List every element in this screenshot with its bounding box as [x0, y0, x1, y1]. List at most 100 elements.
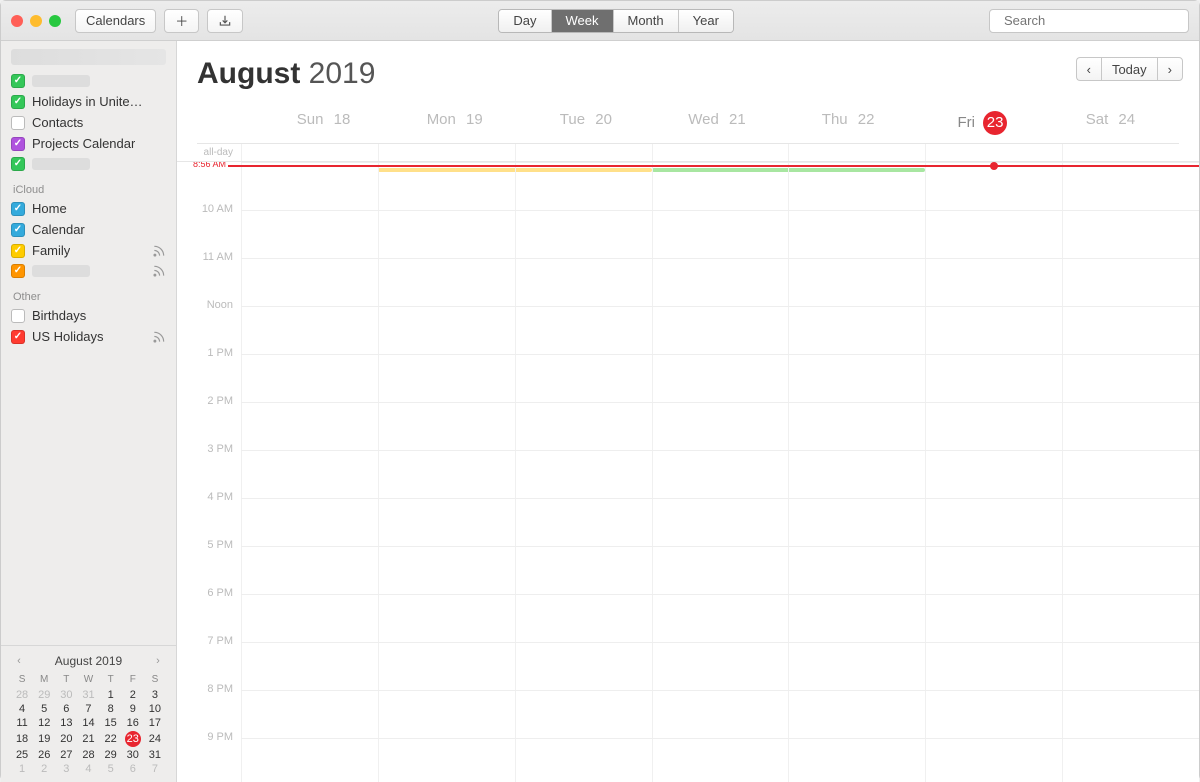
hour-cell[interactable]	[788, 211, 925, 258]
hour-cell[interactable]	[925, 307, 1062, 354]
mini-day[interactable]: 3	[144, 688, 166, 702]
mini-day[interactable]: 17	[144, 716, 166, 730]
calendar-item[interactable]: Holidays in Unite…	[1, 91, 176, 112]
view-year[interactable]: Year	[679, 10, 733, 32]
mini-day[interactable]: 28	[77, 748, 99, 762]
mini-day[interactable]: 13	[55, 716, 77, 730]
hour-cell[interactable]	[652, 547, 789, 594]
hour-cell[interactable]	[1062, 643, 1199, 690]
mini-day[interactable]: 10	[144, 702, 166, 716]
hour-cell[interactable]	[515, 307, 652, 354]
hour-cell[interactable]	[925, 739, 1062, 782]
mini-day[interactable]: 12	[33, 716, 55, 730]
hour-cell[interactable]	[241, 307, 378, 354]
hour-cell[interactable]	[925, 451, 1062, 498]
mini-day[interactable]: 21	[77, 730, 99, 748]
hour-cell[interactable]	[925, 211, 1062, 258]
hour-cell[interactable]	[1062, 163, 1199, 210]
hour-cell[interactable]	[378, 739, 515, 782]
next-week-button[interactable]: ›	[1157, 57, 1183, 81]
mini-day[interactable]: 15	[100, 716, 122, 730]
hour-cell[interactable]	[515, 691, 652, 738]
hour-cell[interactable]	[788, 499, 925, 546]
hour-cell[interactable]	[515, 451, 652, 498]
hour-cell[interactable]	[241, 643, 378, 690]
hour-cell[interactable]	[241, 547, 378, 594]
all-day-cell[interactable]	[378, 144, 515, 161]
hour-cell[interactable]	[925, 595, 1062, 642]
hour-cell[interactable]	[1062, 499, 1199, 546]
mini-day[interactable]: 11	[11, 716, 33, 730]
hour-cell[interactable]	[652, 355, 789, 402]
day-header[interactable]: Sat 24	[1048, 111, 1179, 143]
hour-cell[interactable]	[515, 403, 652, 450]
hour-cell[interactable]	[241, 451, 378, 498]
day-header[interactable]: Wed 21	[654, 111, 785, 143]
hour-cell[interactable]	[378, 547, 515, 594]
calendar-item[interactable]: Family	[1, 240, 176, 261]
hour-cell[interactable]	[378, 595, 515, 642]
hour-cell[interactable]	[378, 403, 515, 450]
calendar-checkbox[interactable]	[11, 157, 25, 171]
mini-day[interactable]: 4	[11, 702, 33, 716]
day-header[interactable]: Tue 20	[523, 111, 654, 143]
mini-day[interactable]: 19	[33, 730, 55, 748]
calendar-checkbox[interactable]	[11, 202, 25, 216]
minimize-window[interactable]	[30, 15, 42, 27]
calendar-checkbox[interactable]	[11, 330, 25, 344]
hour-cell[interactable]	[788, 595, 925, 642]
close-window[interactable]	[11, 15, 23, 27]
hour-cell[interactable]	[515, 259, 652, 306]
hour-cell[interactable]	[652, 163, 789, 210]
calendar-item[interactable]	[1, 71, 176, 91]
calendar-item[interactable]: US Holidays	[1, 326, 176, 347]
view-day[interactable]: Day	[499, 10, 551, 32]
calendars-toggle-button[interactable]: Calendars	[75, 9, 156, 33]
hour-cell[interactable]	[652, 691, 789, 738]
day-header[interactable]: Sun 18	[261, 111, 392, 143]
all-day-cell[interactable]	[925, 144, 1062, 161]
hour-cell[interactable]	[925, 355, 1062, 402]
mini-day[interactable]: 7	[144, 762, 166, 776]
hour-cell[interactable]	[1062, 595, 1199, 642]
hour-cell[interactable]	[652, 643, 789, 690]
mini-day[interactable]: 24	[144, 730, 166, 748]
mini-day[interactable]: 27	[55, 748, 77, 762]
hour-cell[interactable]	[788, 739, 925, 782]
hour-cell[interactable]	[788, 259, 925, 306]
calendar-item[interactable]: Calendar	[1, 219, 176, 240]
mini-day[interactable]: 1	[100, 688, 122, 702]
hour-cell[interactable]	[788, 355, 925, 402]
calendar-item[interactable]: Birthdays	[1, 305, 176, 326]
calendar-item[interactable]	[1, 154, 176, 174]
calendar-item[interactable]: Projects Calendar	[1, 133, 176, 154]
hour-cell[interactable]	[1062, 451, 1199, 498]
search-field[interactable]	[989, 9, 1189, 33]
mini-day[interactable]: 5	[100, 762, 122, 776]
calendar-checkbox[interactable]	[11, 244, 25, 258]
hour-cell[interactable]	[1062, 259, 1199, 306]
mini-day[interactable]: 4	[77, 762, 99, 776]
hour-cell[interactable]	[652, 211, 789, 258]
mini-day[interactable]: 2	[122, 688, 144, 702]
hour-cell[interactable]	[378, 163, 515, 210]
mini-day[interactable]: 7	[77, 702, 99, 716]
mini-next-month[interactable]: ›	[150, 655, 166, 667]
mini-day[interactable]: 28	[11, 688, 33, 702]
hour-cell[interactable]	[515, 355, 652, 402]
hour-cell[interactable]	[378, 643, 515, 690]
view-week[interactable]: Week	[552, 10, 614, 32]
hour-cell[interactable]	[241, 739, 378, 782]
hour-cell[interactable]	[515, 163, 652, 210]
hour-cell[interactable]	[925, 643, 1062, 690]
hour-cell[interactable]	[788, 547, 925, 594]
calendar-checkbox[interactable]	[11, 223, 25, 237]
mini-day[interactable]: 23	[122, 730, 144, 748]
hour-cell[interactable]	[652, 307, 789, 354]
mini-day[interactable]: 18	[11, 730, 33, 748]
all-day-cell[interactable]	[515, 144, 652, 161]
all-day-cell[interactable]	[652, 144, 789, 161]
mini-day[interactable]: 2	[33, 762, 55, 776]
mini-day[interactable]: 31	[77, 688, 99, 702]
new-event-button[interactable]: ＋	[164, 9, 199, 33]
